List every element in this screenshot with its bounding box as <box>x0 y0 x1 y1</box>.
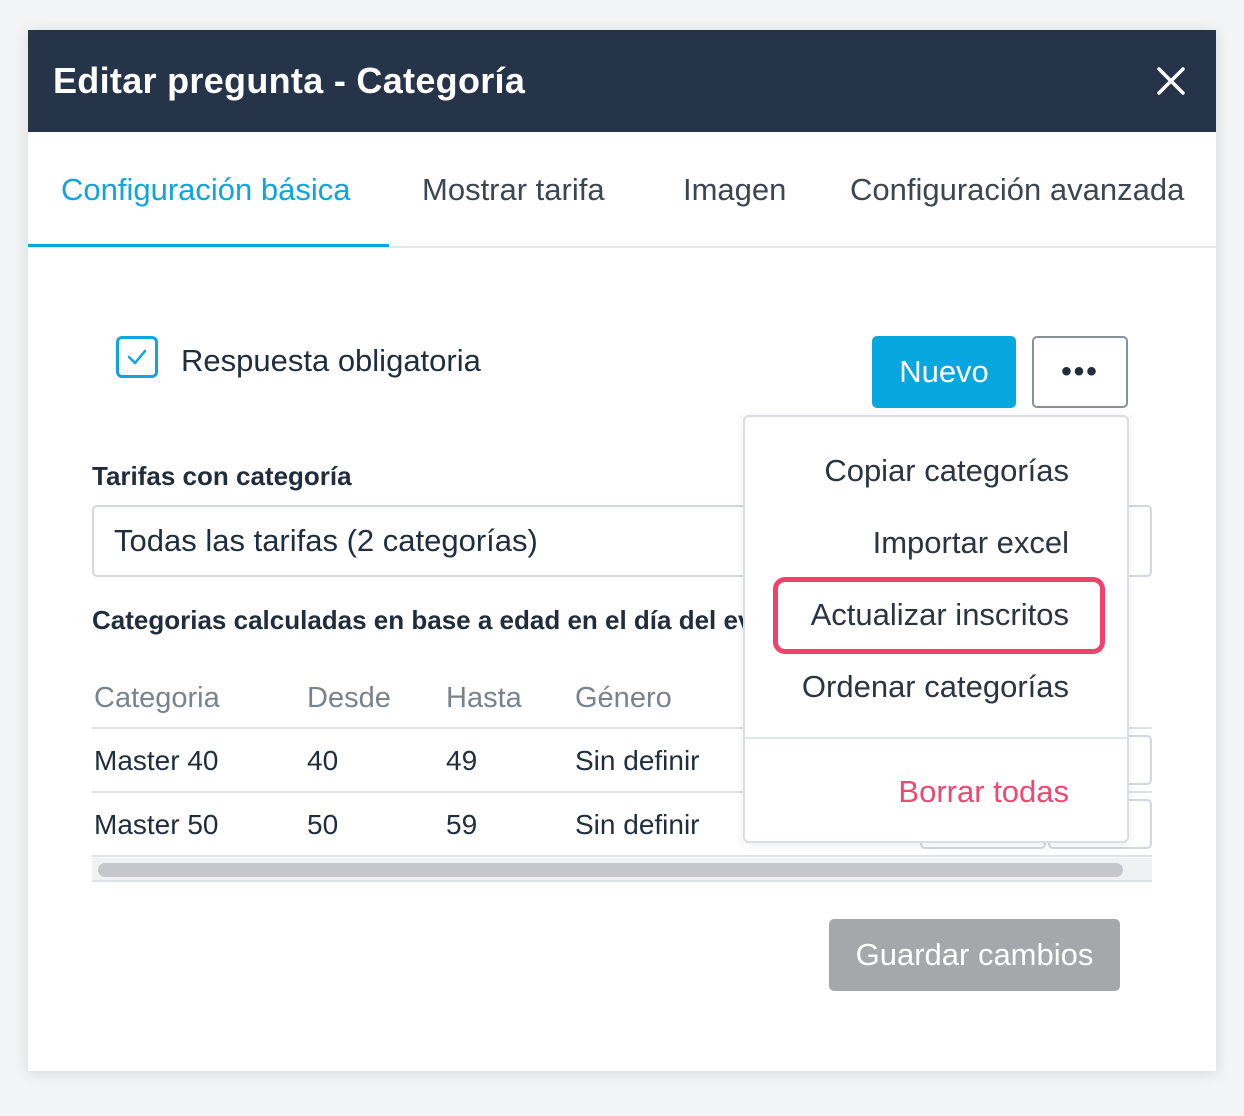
tab-image[interactable]: Imagen <box>683 172 786 208</box>
required-label: Respuesta obligatoria <box>181 343 481 378</box>
modal-header: Editar pregunta - Categoría <box>28 30 1216 132</box>
cell-from: 50 <box>307 809 339 840</box>
tab-bar: Configuración básica Mostrar tarifa Imag… <box>28 132 1216 248</box>
edit-question-modal: Editar pregunta - Categoría Configuració… <box>28 30 1216 1071</box>
cell-category: Master 40 <box>94 745 219 776</box>
column-header-category: Categoria <box>94 682 220 714</box>
horizontal-scrollbar-thumb[interactable] <box>98 863 1123 877</box>
active-tab-indicator <box>28 244 389 247</box>
ellipsis-icon: ••• <box>1061 355 1099 388</box>
close-icon[interactable] <box>1154 64 1188 98</box>
menu-item-copy-categories[interactable]: Copiar categorías <box>824 453 1069 489</box>
cell-from: 40 <box>307 745 339 776</box>
row-divider <box>92 855 1152 857</box>
more-options-button[interactable]: ••• <box>1032 336 1128 408</box>
cell-category: Master 50 <box>94 809 219 840</box>
menu-item-import-excel[interactable]: Importar excel <box>873 525 1069 561</box>
cell-gender: Sin definir <box>575 809 700 840</box>
cell-to: 59 <box>446 809 478 840</box>
column-header-to: Hasta <box>446 682 522 714</box>
cell-to: 49 <box>446 745 478 776</box>
options-dropdown-menu: Copiar categorías Importar excel Actuali… <box>743 415 1129 843</box>
cell-gender: Sin definir <box>575 745 700 776</box>
column-header-gender: Género <box>575 682 672 714</box>
menu-item-sort-categories[interactable]: Ordenar categorías <box>802 669 1069 705</box>
required-checkbox[interactable] <box>116 336 158 378</box>
check-icon <box>127 349 147 365</box>
tab-show-rate[interactable]: Mostrar tarifa <box>422 172 605 208</box>
modal-title: Editar pregunta - Categoría <box>53 60 526 101</box>
rates-label: Tarifas con categoría <box>92 461 352 491</box>
menu-divider <box>745 737 1127 739</box>
age-calculation-note: Categorias calculadas en base a edad en … <box>92 605 767 635</box>
save-changes-button[interactable]: Guardar cambios <box>829 919 1120 991</box>
column-header-from: Desde <box>307 682 391 714</box>
new-button[interactable]: Nuevo <box>872 336 1016 408</box>
tab-basic-config[interactable]: Configuración básica <box>61 172 351 208</box>
menu-item-update-registrants[interactable]: Actualizar inscritos <box>811 597 1069 633</box>
tab-advanced-config[interactable]: Configuración avanzada <box>850 172 1184 208</box>
menu-item-delete-all[interactable]: Borrar todas <box>898 774 1069 810</box>
